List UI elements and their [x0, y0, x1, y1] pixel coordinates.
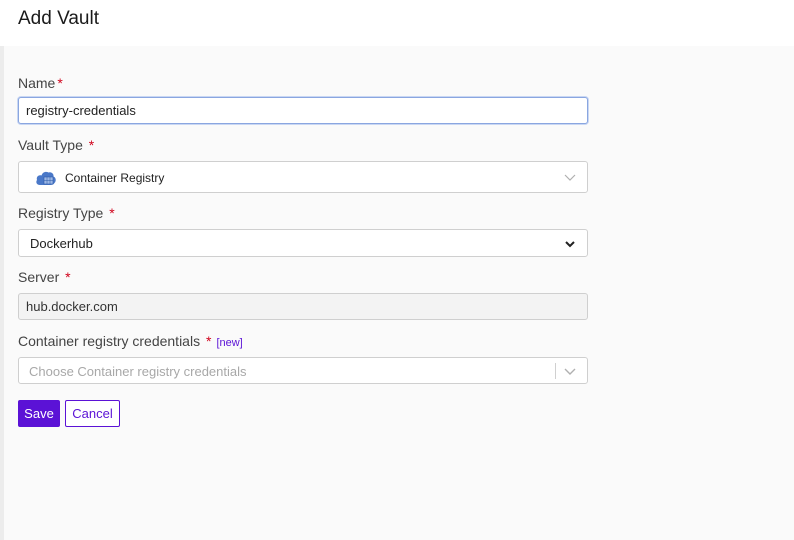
required-mark: * [109, 205, 115, 221]
name-label: Name * [18, 75, 63, 91]
registry-type-select[interactable]: Dockerhub [18, 229, 588, 257]
credentials-placeholder: Choose Container registry credentials [29, 364, 247, 379]
cancel-button[interactable]: Cancel [65, 400, 120, 427]
vault-type-select[interactable]: Container Registry [18, 161, 588, 193]
chevron-down-icon [564, 368, 576, 375]
page-title: Add Vault [18, 8, 99, 29]
name-input[interactable] [18, 97, 588, 124]
container-registry-cloud-icon [36, 171, 56, 185]
registry-type-selected: Dockerhub [30, 236, 93, 251]
vault-form: Name* Vault Type * Container Registry Re… [4, 46, 794, 540]
required-mark: * [57, 75, 63, 91]
chevron-down-icon [564, 174, 576, 181]
vault-type-label: Vault Type * [18, 137, 95, 153]
select-separator [555, 363, 556, 379]
save-button[interactable]: Save [18, 400, 60, 427]
server-field: hub.docker.com [18, 293, 588, 320]
required-mark: * [88, 137, 95, 153]
required-mark: * [205, 333, 212, 349]
page-header: Add Vault [0, 0, 794, 46]
credentials-label: Container registry credentials * [new] [18, 333, 243, 349]
registry-type-label: Registry Type * [18, 205, 115, 221]
credentials-select[interactable]: Choose Container registry credentials [18, 357, 588, 384]
chevron-down-icon [565, 241, 575, 248]
vault-type-selected: Container Registry [65, 171, 165, 185]
required-mark: * [65, 269, 71, 285]
add-vault-page: Add Vault Name* Vault Type * Container R… [0, 0, 794, 540]
server-label: Server * [18, 269, 71, 285]
new-credentials-link[interactable]: [new] [216, 337, 242, 349]
